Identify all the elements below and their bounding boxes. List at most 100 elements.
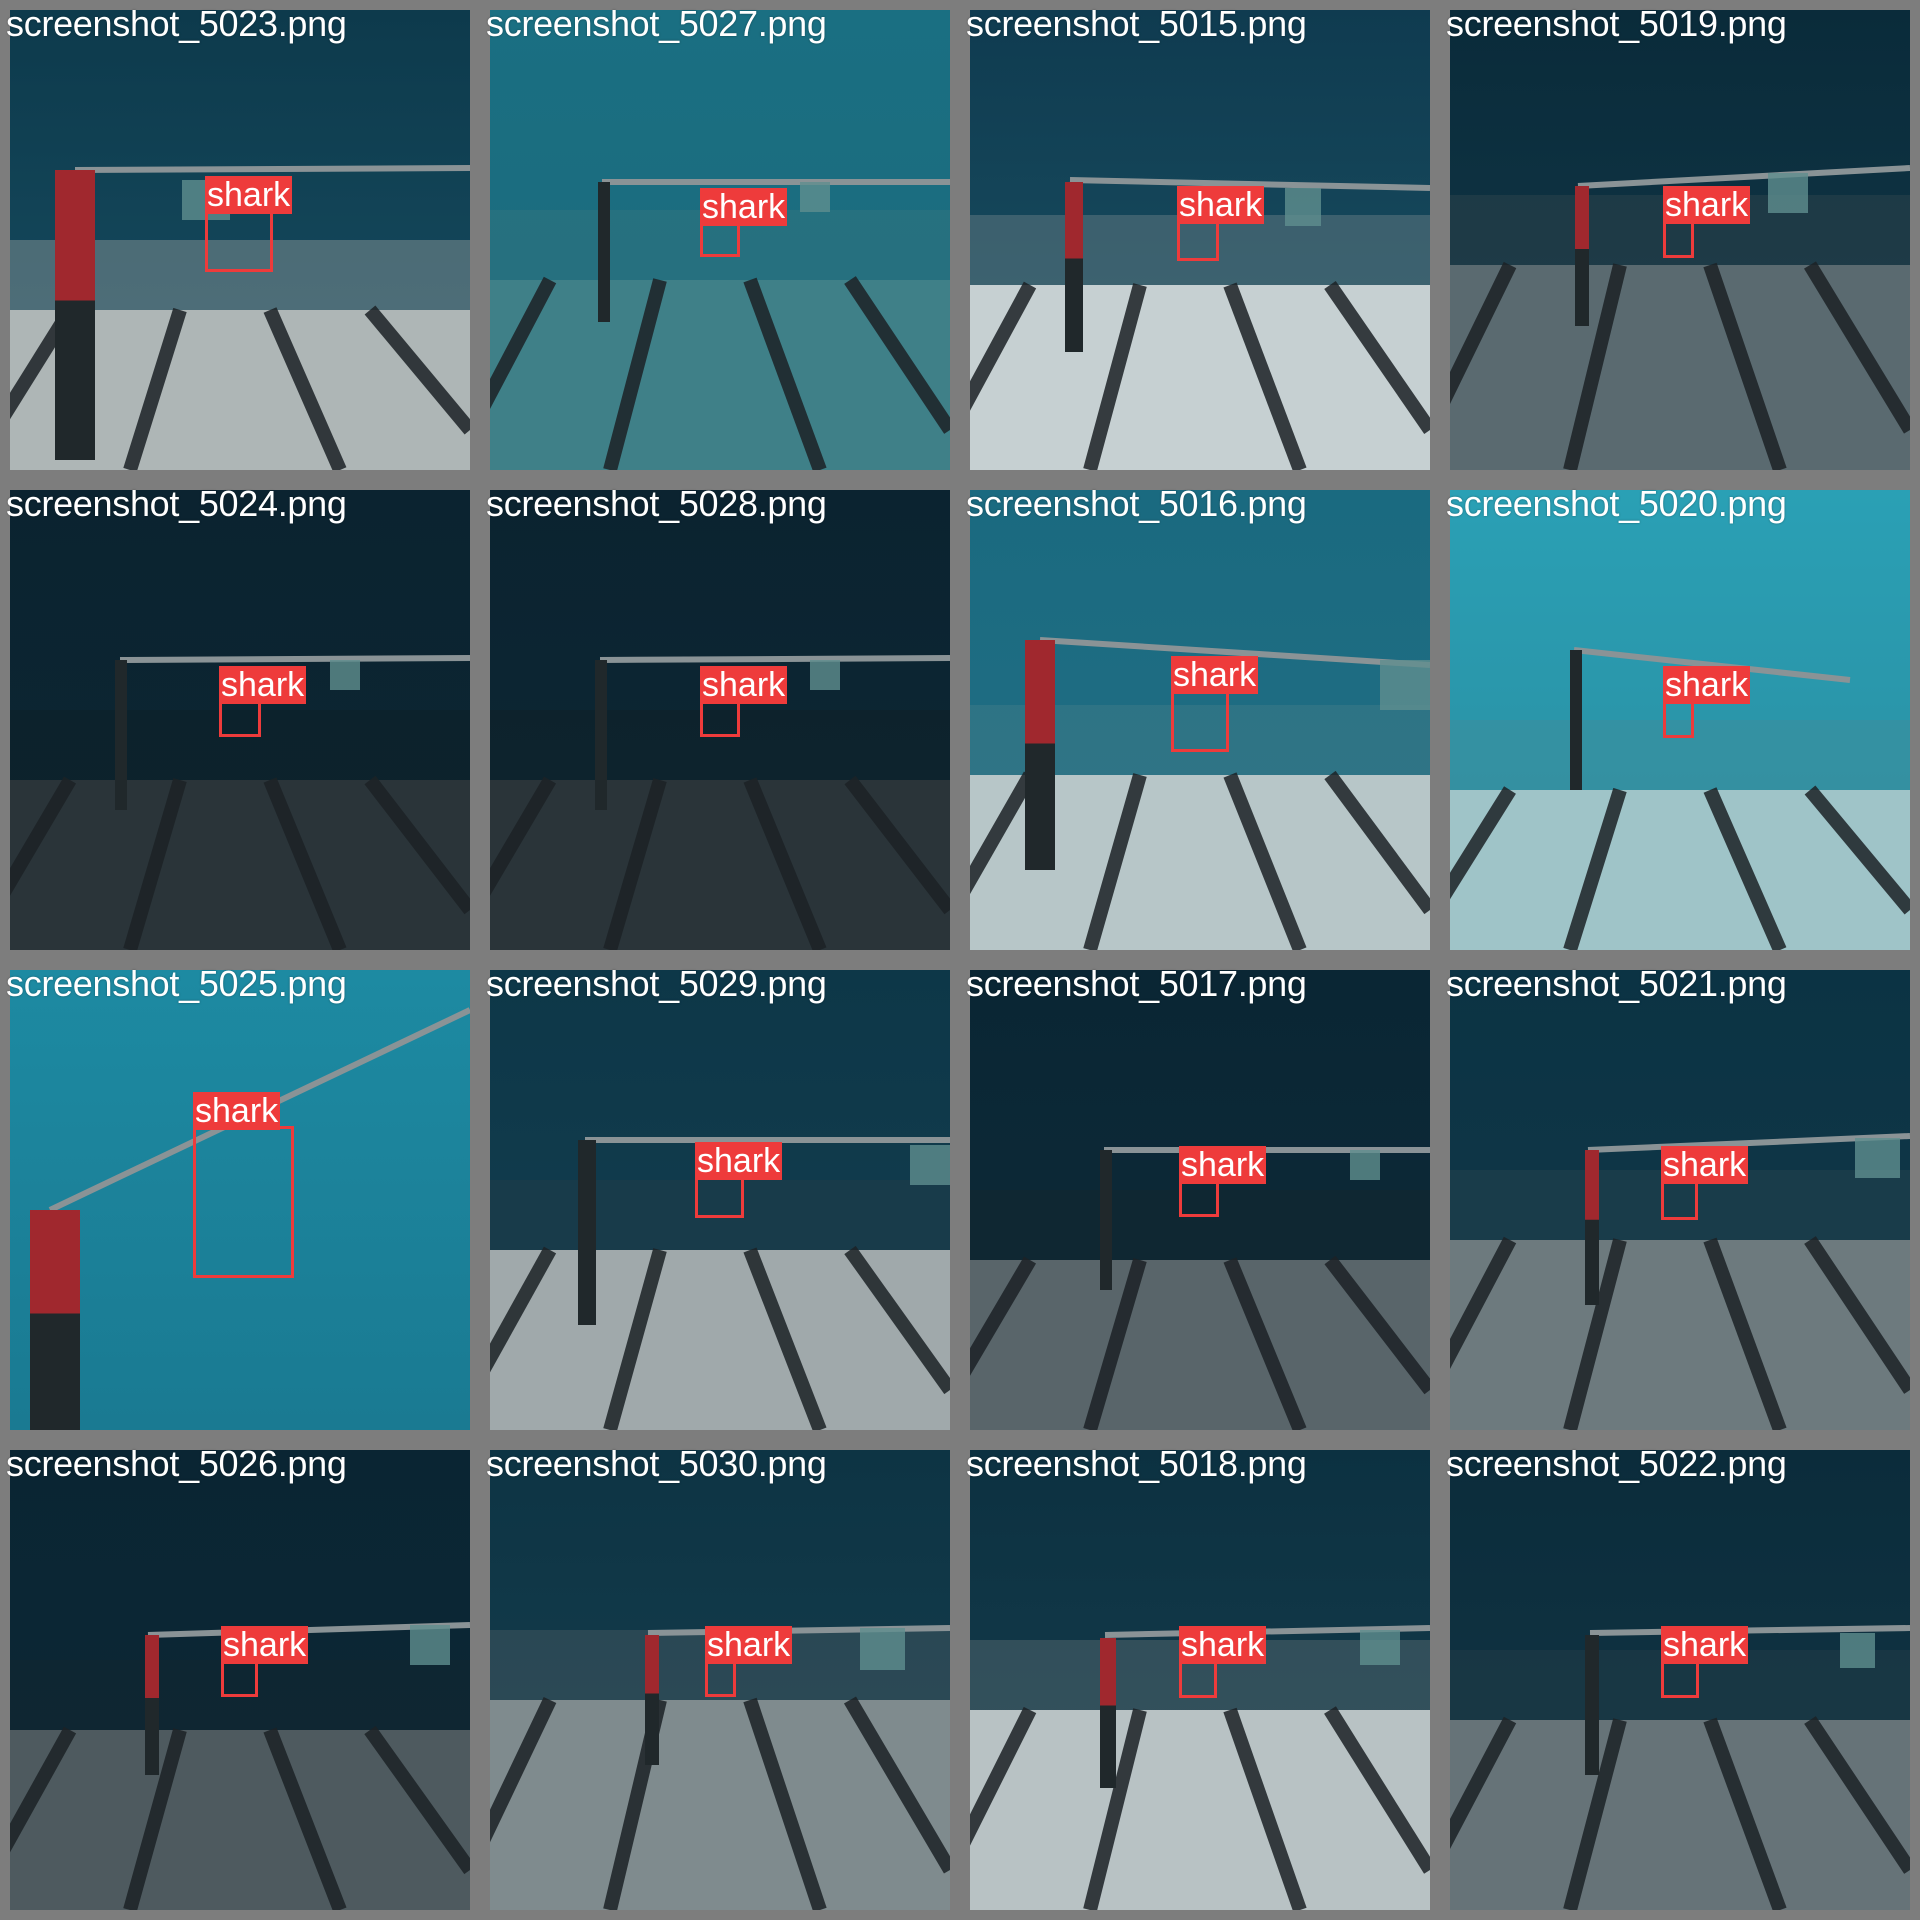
pool-scene xyxy=(490,970,950,1430)
scene-svg xyxy=(1450,490,1910,950)
scene-svg xyxy=(490,970,950,1430)
gate-post xyxy=(1570,650,1582,790)
tile[interactable]: screenshot_5017.png shark xyxy=(960,960,1440,1440)
pool-scene xyxy=(1450,970,1910,1430)
tile[interactable]: screenshot_5023.png shark xyxy=(0,0,480,480)
shark-image-panel xyxy=(1350,1150,1380,1180)
pool-scene xyxy=(490,490,950,950)
gate-post-red xyxy=(1065,182,1083,259)
pool-wall xyxy=(1450,195,1910,265)
scene-svg xyxy=(1450,970,1910,1430)
tile[interactable]: screenshot_5021.png shark xyxy=(1440,960,1920,1440)
shark-image-panel xyxy=(810,660,840,690)
gate-post xyxy=(578,1140,596,1325)
scene-svg xyxy=(1450,10,1910,470)
pool-floor xyxy=(970,285,1430,470)
gate-post-red xyxy=(1585,1150,1599,1220)
gate-post xyxy=(595,660,607,810)
gate-post xyxy=(115,660,127,810)
pool-scene xyxy=(10,10,470,470)
pool-wall xyxy=(1450,1170,1910,1240)
pool-wall xyxy=(10,1660,470,1730)
gate-post-red xyxy=(55,170,95,301)
tile[interactable]: screenshot_5030.png shark xyxy=(480,1440,960,1920)
scene-svg xyxy=(970,490,1430,950)
pool-scene xyxy=(970,490,1430,950)
gate-post-red xyxy=(1575,186,1589,249)
scene-svg xyxy=(10,10,470,470)
shark-image-panel xyxy=(410,1625,450,1665)
shark-image-panel xyxy=(1768,173,1808,213)
pool-wall xyxy=(1450,720,1910,790)
tile[interactable]: screenshot_5015.png shark xyxy=(960,0,1440,480)
scene-svg xyxy=(1450,1450,1910,1910)
tile[interactable]: screenshot_5016.png shark xyxy=(960,480,1440,960)
shark-image-panel xyxy=(860,1628,905,1670)
pool-floor xyxy=(970,1710,1430,1910)
scene-svg xyxy=(10,1450,470,1910)
pool-floor xyxy=(490,780,950,950)
pool-scene xyxy=(1450,10,1910,470)
shark-image-panel xyxy=(1360,1630,1400,1665)
pool-wall xyxy=(490,1180,950,1250)
pool-floor xyxy=(10,1730,470,1910)
pool-scene xyxy=(1450,490,1910,950)
scene-svg xyxy=(10,490,470,950)
tile[interactable]: screenshot_5028.png shark xyxy=(480,480,960,960)
gate-post-red xyxy=(145,1635,159,1698)
tile[interactable]: screenshot_5024.png shark xyxy=(0,480,480,960)
shark-image-panel xyxy=(330,660,360,690)
scene-svg xyxy=(490,1450,950,1910)
image-grid: screenshot_5023.png shark screenshot_502… xyxy=(0,0,1920,1920)
gate-bar xyxy=(119,655,470,663)
pool-scene xyxy=(1450,1450,1910,1910)
gate-bar xyxy=(74,165,470,173)
pool-scene xyxy=(970,10,1430,470)
pool-floor xyxy=(1450,790,1910,950)
tile[interactable]: screenshot_5020.png shark xyxy=(1440,480,1920,960)
pool-floor xyxy=(490,280,950,470)
pool-floor xyxy=(490,1700,950,1910)
gate-post xyxy=(598,182,610,322)
tile[interactable]: screenshot_5029.png shark xyxy=(480,960,960,1440)
pool-scene xyxy=(490,10,950,470)
pool-scene xyxy=(490,1450,950,1910)
pool-scene xyxy=(970,1450,1430,1910)
gate-post xyxy=(1100,1150,1112,1290)
scene-svg xyxy=(10,970,470,1430)
scene-svg xyxy=(490,10,950,470)
tile[interactable]: screenshot_5018.png shark xyxy=(960,1440,1440,1920)
gate-post-red xyxy=(1100,1638,1116,1706)
tile[interactable]: screenshot_5025.png shark xyxy=(0,960,480,1440)
shark-image-panel xyxy=(910,1145,950,1185)
pool-scene xyxy=(10,1450,470,1910)
gate-post-red xyxy=(1025,640,1055,744)
shark-image-panel xyxy=(1380,660,1430,710)
pool-wall xyxy=(970,215,1430,285)
gate-post xyxy=(1585,1635,1599,1775)
pool-wall xyxy=(970,1190,1430,1260)
pool-scene xyxy=(970,970,1430,1430)
pool-floor xyxy=(1450,1720,1910,1910)
scene-svg xyxy=(970,1450,1430,1910)
shark-image-panel xyxy=(1285,188,1321,226)
tile[interactable]: screenshot_5026.png shark xyxy=(0,1440,480,1920)
pool-wall xyxy=(490,710,950,780)
shark-image-panel xyxy=(1840,1633,1875,1668)
gate-post-red xyxy=(645,1635,659,1694)
tile[interactable]: screenshot_5027.png shark xyxy=(480,0,960,480)
scene-svg xyxy=(490,490,950,950)
tile[interactable]: screenshot_5022.png shark xyxy=(1440,1440,1920,1920)
pool-floor xyxy=(1450,1240,1910,1430)
gate-bar xyxy=(599,655,950,663)
pool-floor xyxy=(1450,265,1910,470)
shark-image-panel xyxy=(800,182,830,212)
pool-floor xyxy=(10,780,470,950)
tile[interactable]: screenshot_5019.png shark xyxy=(1440,0,1920,480)
pool-floor xyxy=(970,1260,1430,1430)
scene-svg xyxy=(970,10,1430,470)
pool-floor xyxy=(490,1250,950,1430)
pool-scene xyxy=(10,490,470,950)
gate-post-red xyxy=(30,1210,80,1314)
shark-image-panel xyxy=(182,180,230,220)
